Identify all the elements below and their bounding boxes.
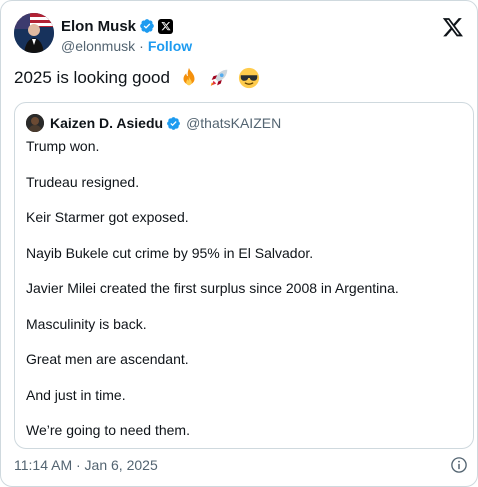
x-affiliation-icon[interactable] bbox=[158, 18, 174, 34]
tweet-card: Elon Musk @elonmusk · Follow 2025 is loo… bbox=[0, 0, 478, 487]
x-affiliation-glyph bbox=[160, 21, 171, 31]
sunglasses-emoji bbox=[238, 67, 260, 89]
quoted-tweet[interactable]: Kaizen D. Asiedu @thatsKAIZEN Trump won.… bbox=[14, 102, 474, 449]
quoted-author-avatar[interactable] bbox=[26, 114, 44, 132]
quoted-line: Trudeau resigned. bbox=[26, 174, 140, 190]
quoted-line: Keir Starmer got exposed. bbox=[26, 209, 189, 225]
quoted-verified-badge-icon[interactable] bbox=[166, 116, 181, 131]
tweet-text: 2025 is looking good bbox=[14, 67, 260, 89]
quoted-line: Masculinity is back. bbox=[26, 316, 147, 332]
quoted-handle[interactable]: @thatsKAIZEN bbox=[186, 115, 281, 131]
author-name-row: Elon Musk bbox=[61, 16, 174, 36]
avatar-image bbox=[14, 13, 54, 53]
tweet-text-content: 2025 is looking good bbox=[14, 68, 170, 87]
follow-button[interactable]: Follow bbox=[148, 38, 192, 54]
fire-emoji bbox=[183, 67, 195, 86]
quoted-line: Nayib Bukele cut crime by 95% in El Salv… bbox=[26, 245, 314, 261]
quoted-line: Great men are ascendant. bbox=[26, 351, 189, 367]
quoted-display-name[interactable]: Kaizen D. Asiedu bbox=[50, 115, 163, 131]
quoted-line: Javier Milei created the first surplus s… bbox=[26, 280, 399, 296]
tweet-header: Elon Musk @elonmusk · Follow bbox=[14, 13, 466, 57]
author-display-name[interactable]: Elon Musk bbox=[61, 18, 136, 35]
rocket-emoji bbox=[210, 69, 228, 87]
tweet-timestamp[interactable]: 11:14 AM · Jan 6, 2025 bbox=[14, 457, 158, 473]
quoted-avatar-image bbox=[26, 114, 44, 132]
quoted-line: And just in time. bbox=[26, 387, 126, 403]
quoted-header: Kaizen D. Asiedu @thatsKAIZEN bbox=[26, 114, 281, 132]
x-logo-icon[interactable] bbox=[442, 16, 464, 38]
quoted-line: Trump won. bbox=[26, 138, 100, 154]
quoted-line: We’re going to need them. bbox=[26, 422, 190, 438]
author-avatar[interactable] bbox=[14, 13, 54, 53]
author-handle-row: @elonmusk · Follow bbox=[61, 37, 192, 55]
info-icon[interactable] bbox=[450, 456, 468, 474]
handle-separator: · bbox=[139, 38, 144, 54]
author-handle[interactable]: @elonmusk bbox=[61, 38, 135, 54]
verified-badge-icon[interactable] bbox=[139, 18, 155, 34]
